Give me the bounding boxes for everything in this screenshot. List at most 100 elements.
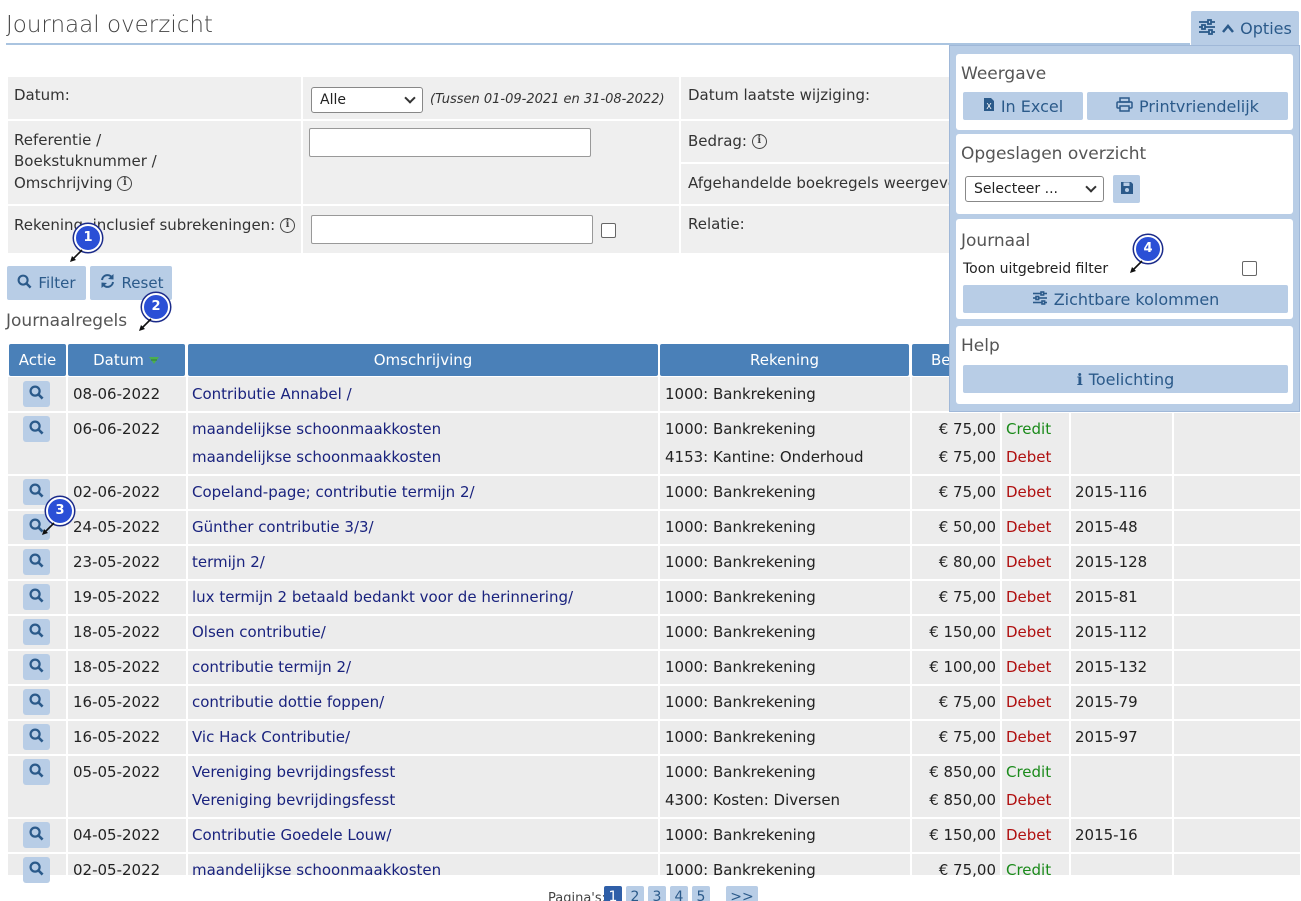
- rekening-input[interactable]: [311, 215, 593, 244]
- row-divider: [8, 474, 1300, 476]
- view-entry-button[interactable]: [23, 724, 50, 750]
- view-entry-button[interactable]: [23, 479, 50, 505]
- opties-button[interactable]: Opties: [1191, 11, 1299, 46]
- entry-description-link[interactable]: contributie termijn 2/: [192, 657, 351, 677]
- entry-account: 1000: Bankrekening: [665, 385, 816, 403]
- entry-description-link[interactable]: lux termijn 2 betaald bedankt voor de he…: [192, 587, 573, 607]
- entry-description-link[interactable]: Contributie Annabel /: [192, 384, 352, 404]
- entry-reference: 2015-97: [1075, 728, 1138, 746]
- entry-description-link[interactable]: termijn 2/: [192, 552, 265, 572]
- column-divider: [66, 720, 68, 755]
- zichtbare-kolommen-button[interactable]: Zichtbare kolommen: [963, 285, 1288, 313]
- save-button[interactable]: [1113, 175, 1140, 203]
- page-button-1[interactable]: 1: [604, 886, 622, 901]
- info-icon[interactable]: i: [280, 218, 296, 233]
- entry-amount: € 75,00: [938, 448, 996, 466]
- entry-description-link[interactable]: Vereniging bevrijdingsfesst: [192, 762, 395, 782]
- entry-description-link[interactable]: Contributie Goedele Louw/: [192, 825, 392, 845]
- column-divider: [1000, 853, 1002, 888]
- view-entry-button[interactable]: [23, 689, 50, 715]
- entry-description-link[interactable]: maandelijkse schoonmaakkosten: [192, 860, 441, 880]
- entry-amount: € 75,00: [938, 861, 996, 879]
- column-divider: [186, 818, 188, 853]
- page-button-3[interactable]: 3: [648, 886, 666, 901]
- refresh-icon: [99, 273, 116, 293]
- info-icon[interactable]: i: [751, 134, 767, 149]
- entry-description-link[interactable]: contributie dottie foppen/: [192, 692, 384, 712]
- entry-description-link[interactable]: Olsen contributie/: [192, 622, 326, 642]
- column-divider: [66, 755, 68, 818]
- view-entry-button[interactable]: [23, 654, 50, 680]
- column-header-rekening[interactable]: Rekening: [660, 344, 909, 376]
- opgeslagen-title: Opgeslagen overzicht: [961, 144, 1147, 164]
- entry-reference: 2015-79: [1075, 693, 1138, 711]
- entry-account: 1000: Bankrekening: [665, 588, 816, 606]
- entry-date: 05-05-2022: [73, 763, 161, 781]
- page-button-2[interactable]: 2: [626, 886, 644, 901]
- info-icon[interactable]: i: [117, 176, 133, 191]
- search-icon: [17, 274, 32, 293]
- search-icon: [29, 622, 44, 642]
- view-entry-button[interactable]: [23, 759, 50, 785]
- opgeslagen-select-value: Selecteer ...: [974, 181, 1058, 197]
- entry-date: 06-06-2022: [73, 420, 161, 438]
- view-entry-button[interactable]: [23, 416, 50, 442]
- entry-reference: 2015-48: [1075, 518, 1138, 536]
- opgeslagen-select[interactable]: Selecteer ...: [965, 176, 1104, 202]
- rekening-checkbox[interactable]: [601, 223, 616, 238]
- toelichting-button[interactable]: i Toelichting: [963, 365, 1288, 393]
- entry-description-link[interactable]: Vic Hack Contributie/: [192, 727, 350, 747]
- page-button-5[interactable]: 5: [692, 886, 710, 901]
- referentie-input[interactable]: [309, 128, 591, 157]
- entry-description-link[interactable]: Copeland-page; contributie termijn 2/: [192, 482, 475, 502]
- column-divider: [658, 412, 660, 475]
- column-divider: [66, 853, 68, 888]
- search-icon: [29, 727, 44, 747]
- row-divider: [8, 579, 1300, 581]
- view-entry-button[interactable]: [23, 619, 50, 645]
- excel-button[interactable]: X In Excel: [963, 92, 1083, 120]
- column-header-datum[interactable]: Datum: [68, 344, 185, 376]
- column-divider: [1069, 650, 1071, 685]
- column-divider: [658, 685, 660, 720]
- print-button[interactable]: Printvriendelijk: [1087, 92, 1288, 120]
- column-divider: [1172, 475, 1174, 510]
- entry-type: Debet: [1006, 623, 1052, 641]
- entry-description-link[interactable]: Günther contributie 3/3/: [192, 517, 374, 537]
- options-panel: Weergave X In Excel Printvriendelijk Opg…: [949, 45, 1300, 412]
- view-entry-button[interactable]: [23, 822, 50, 848]
- column-divider: [910, 545, 912, 580]
- search-icon: [29, 384, 44, 404]
- datum-select[interactable]: Alle: [311, 87, 423, 113]
- column-divider: [1000, 720, 1002, 755]
- entry-description-link[interactable]: maandelijkse schoonmaakkosten: [192, 447, 441, 467]
- arrow-icon: [70, 249, 83, 262]
- view-entry-button[interactable]: [23, 857, 50, 883]
- column-divider: [1069, 545, 1071, 580]
- search-icon: [29, 419, 44, 439]
- view-entry-button[interactable]: [23, 549, 50, 575]
- journaal-section: Journaal Toon uitgebreid filter Zichtbar…: [956, 219, 1293, 319]
- column-divider: [658, 545, 660, 580]
- rekening-label-text: Rekening, inclusief subrekeningen:: [14, 216, 276, 234]
- column-header-bedrag[interactable]: Be: [912, 344, 952, 376]
- entry-description-link[interactable]: Vereniging bevrijdingsfesst: [192, 790, 395, 810]
- view-entry-button[interactable]: [23, 584, 50, 610]
- view-entry-button[interactable]: [23, 381, 50, 407]
- column-header-omschrijving[interactable]: Omschrijving: [188, 344, 658, 376]
- pagination-label: Pagina's:: [548, 891, 607, 901]
- section-title: Journaalregels: [6, 311, 128, 331]
- entry-date: 18-05-2022: [73, 658, 161, 676]
- entry-type: Credit: [1006, 420, 1052, 438]
- column-divider: [910, 615, 912, 650]
- entry-date: 19-05-2022: [73, 588, 161, 606]
- page-next-button[interactable]: >>: [726, 886, 758, 901]
- chevron-down-icon: [404, 92, 416, 104]
- entry-amount: € 100,00: [929, 658, 996, 676]
- page-button-4[interactable]: 4: [670, 886, 688, 901]
- entry-description-link[interactable]: maandelijkse schoonmaakkosten: [192, 419, 441, 439]
- filter-button[interactable]: Filter: [7, 266, 86, 300]
- entry-account: 1000: Bankrekening: [665, 728, 816, 746]
- column-divider: [186, 755, 188, 818]
- uitgebreid-checkbox[interactable]: [1242, 261, 1257, 276]
